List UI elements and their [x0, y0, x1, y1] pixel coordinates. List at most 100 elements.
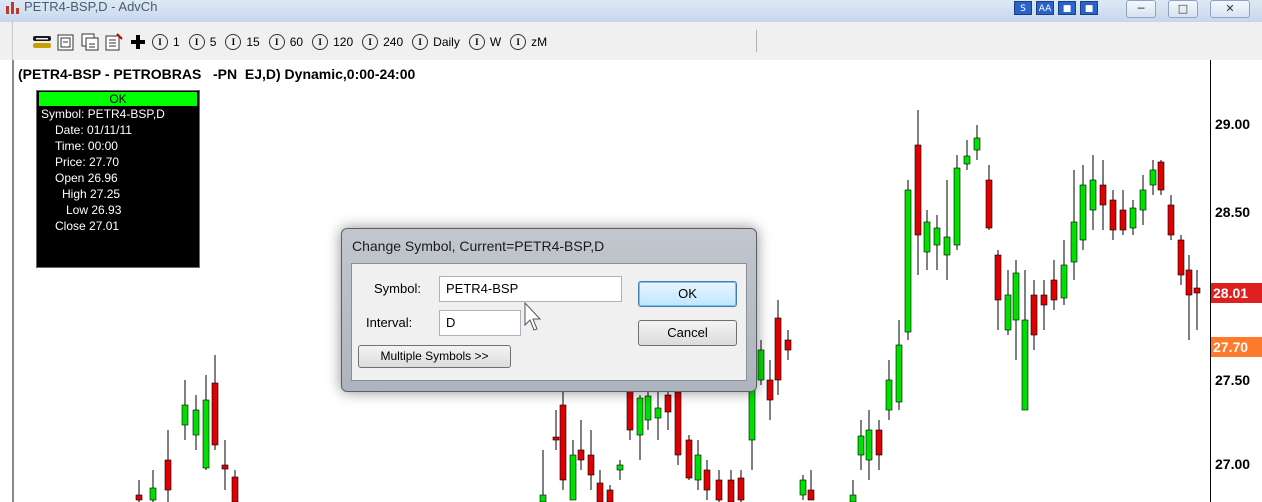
- candle-body: [587, 454, 595, 476]
- candle-body: [953, 167, 961, 246]
- candle-body: [231, 476, 239, 502]
- candle-body: [626, 389, 634, 431]
- price-axis-label: 29.00: [1215, 116, 1251, 132]
- candle-body: [1040, 294, 1048, 306]
- dialog-body: Symbol: PETR4-BSP Interval: D Multiple S…: [351, 263, 747, 381]
- ok-button[interactable]: OK: [638, 281, 737, 307]
- current-price-tag: 27.70: [1211, 337, 1262, 357]
- candle-body: [914, 144, 922, 236]
- status-badge: OK: [39, 92, 197, 106]
- candle-body: [202, 399, 210, 469]
- candle-body: [1021, 319, 1029, 411]
- candle-body: [221, 464, 229, 470]
- candle-body: [1060, 264, 1068, 299]
- candle-body: [923, 221, 931, 253]
- candle-body: [895, 344, 903, 403]
- data-time: Time: 00:00: [55, 139, 118, 153]
- candle-body: [192, 409, 200, 436]
- candle-body: [664, 394, 672, 413]
- candle-body: [552, 436, 560, 441]
- candle-body: [1119, 209, 1127, 231]
- change-symbol-dialog: Change Symbol, Current=PETR4-BSP,D Symbo…: [341, 228, 757, 392]
- candle-body: [849, 494, 857, 502]
- data-close: Close 27.01: [55, 219, 120, 233]
- data-date: Date: 01/11/11: [55, 123, 132, 137]
- candle-body: [654, 407, 662, 419]
- candle-body: [1129, 207, 1137, 229]
- price-axis-label: 27.00: [1215, 456, 1251, 472]
- price-axis[interactable]: 29.00 28.50 28.01 27.70 27.50 27.00: [1210, 60, 1262, 502]
- candle-body: [799, 479, 807, 496]
- data-window: OK Symbol: PETR4-BSP,D Date: 01/11/11 Ti…: [36, 90, 200, 268]
- candle-body: [1030, 294, 1038, 336]
- cancel-button[interactable]: Cancel: [638, 320, 737, 346]
- candle-body: [1050, 279, 1058, 301]
- candle-body: [766, 379, 774, 401]
- candle-body: [1099, 184, 1107, 206]
- candle-body: [181, 404, 189, 426]
- candle-body: [1070, 221, 1078, 263]
- candle-body: [1079, 184, 1087, 241]
- chart-header: (PETR4-BSP - PETROBRAS -PN EJ,D) Dynamic…: [18, 66, 416, 82]
- candle-body: [694, 454, 702, 481]
- candle-body: [644, 395, 652, 421]
- candle-body: [596, 482, 604, 502]
- candle-body: [606, 489, 614, 502]
- multiple-symbols-button[interactable]: Multiple Symbols >>: [358, 345, 511, 368]
- candle-body: [727, 479, 735, 502]
- candle-body: [715, 479, 723, 501]
- candle-body: [885, 379, 893, 411]
- candle-body: [737, 477, 745, 501]
- candle-body: [865, 429, 873, 461]
- data-price: Price: 27.70: [55, 155, 120, 169]
- symbol-input[interactable]: PETR4-BSP: [439, 276, 622, 302]
- candle-body: [774, 317, 782, 381]
- candle-body: [985, 179, 993, 229]
- price-axis-label: 28.50: [1215, 204, 1251, 220]
- candle-body: [616, 464, 624, 471]
- candle-body: [973, 137, 981, 151]
- candle-body: [1012, 272, 1020, 321]
- candle-body: [135, 494, 143, 501]
- close-button[interactable]: ✕: [1210, 0, 1250, 18]
- candle-body: [807, 489, 815, 501]
- candle-body: [1109, 199, 1117, 231]
- candle-body: [943, 236, 951, 256]
- candle-body: [1157, 161, 1165, 191]
- candle-body: [539, 494, 547, 502]
- mouse-cursor-icon: [524, 302, 542, 331]
- candle-body: [1139, 189, 1147, 211]
- candle-body: [674, 391, 682, 456]
- price-axis-label: 27.50: [1215, 372, 1251, 388]
- candle-body: [963, 155, 971, 165]
- symbol-label: Symbol:: [374, 281, 421, 296]
- candle-body: [211, 382, 219, 446]
- data-symbol: Symbol: PETR4-BSP,D: [41, 107, 165, 121]
- candle-body: [784, 339, 792, 351]
- data-low: Low 26.93: [66, 203, 122, 217]
- candle-body: [569, 454, 577, 501]
- candle-body: [1177, 239, 1185, 276]
- candle-body: [1185, 269, 1193, 296]
- data-high: High 27.25: [62, 187, 121, 201]
- data-open: Open 26.96: [55, 171, 118, 185]
- candle-body: [1004, 294, 1012, 331]
- last-price-tag: 28.01: [1211, 283, 1262, 303]
- candle-body: [904, 189, 912, 333]
- interval-input[interactable]: D: [439, 310, 521, 336]
- candle-body: [757, 349, 765, 381]
- candle-body: [1193, 287, 1201, 294]
- candle-body: [703, 469, 711, 491]
- candle-body: [1149, 169, 1157, 186]
- candle-body: [685, 439, 693, 479]
- interval-label: Interval:: [366, 315, 413, 330]
- candle-body: [164, 459, 172, 491]
- candle-body: [1089, 179, 1097, 211]
- candle-body: [1167, 204, 1175, 236]
- candle-body: [994, 254, 1002, 301]
- dialog-title: Change Symbol, Current=PETR4-BSP,D: [352, 238, 605, 254]
- candle-body: [875, 429, 883, 456]
- candle-body: [149, 487, 157, 501]
- candle-body: [933, 227, 941, 246]
- candle-body: [636, 397, 644, 436]
